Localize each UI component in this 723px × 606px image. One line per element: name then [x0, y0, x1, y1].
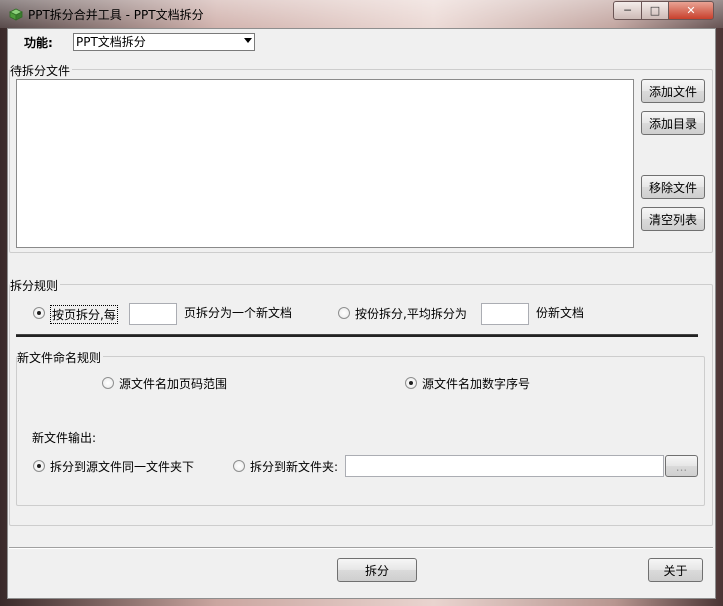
function-select[interactable]: PPT文档拆分 — [73, 33, 255, 51]
output-new-folder-label[interactable]: 拆分到新文件夹: — [250, 458, 338, 475]
browse-folder-button[interactable]: ... — [665, 455, 698, 477]
naming-seq-number-label[interactable]: 源文件名加数字序号 — [422, 375, 530, 392]
maximize-button[interactable]: □ — [641, 1, 669, 20]
output-folder-input[interactable] — [345, 455, 664, 477]
close-button[interactable]: ✕ — [668, 1, 714, 20]
title-bar: PPT拆分合并工具 - PPT文档拆分 ─ □ ✕ — [0, 0, 723, 28]
add-file-button[interactable]: 添加文件 — [641, 79, 705, 103]
function-label: 功能: — [24, 36, 53, 50]
close-icon: ✕ — [686, 4, 696, 17]
maximize-icon: □ — [649, 4, 661, 17]
output-title: 新文件输出: — [32, 431, 97, 445]
pages-per-doc-input[interactable] — [129, 303, 177, 325]
naming-page-range-radio[interactable] — [102, 377, 114, 389]
chevron-down-icon — [244, 38, 252, 43]
split-by-page-suffix: 页拆分为一个新文档 — [184, 306, 293, 320]
split-by-copies-suffix: 份新文档 — [536, 306, 585, 320]
clear-list-button[interactable]: 清空列表 — [641, 207, 705, 231]
split-by-copies-label[interactable]: 按份拆分,平均拆分为 — [355, 305, 467, 322]
output-new-folder-radio[interactable] — [233, 460, 245, 472]
about-button[interactable]: 关于 — [648, 558, 703, 582]
rule-separator — [16, 334, 698, 337]
split-by-page-radio[interactable] — [33, 307, 45, 319]
window-title: PPT拆分合并工具 - PPT文档拆分 — [28, 8, 204, 22]
minimize-icon: ─ — [624, 4, 631, 17]
output-same-folder-radio[interactable] — [33, 460, 45, 472]
split-rule-title: 拆分规则 — [10, 277, 61, 294]
client-area: 功能: PPT文档拆分 待拆分文件 添加文件 添加目录 移除文件 清空列表 拆分… — [7, 28, 716, 599]
naming-group-title: 新文件命名规则 — [17, 349, 104, 366]
output-same-folder-label[interactable]: 拆分到源文件同一文件夹下 — [50, 458, 194, 475]
naming-page-range-label[interactable]: 源文件名加页码范围 — [119, 375, 227, 392]
add-directory-button[interactable]: 添加目录 — [641, 111, 705, 135]
split-by-copies-radio[interactable] — [338, 307, 350, 319]
naming-seq-number-radio[interactable] — [405, 377, 417, 389]
footer-separator — [9, 547, 713, 549]
split-by-page-label[interactable]: 按页拆分,每 — [50, 305, 118, 324]
app-icon — [9, 8, 23, 21]
file-list[interactable] — [16, 79, 634, 248]
minimize-button[interactable]: ─ — [613, 1, 642, 20]
copies-count-input[interactable] — [481, 303, 529, 325]
function-select-value: PPT文档拆分 — [76, 35, 146, 49]
remove-file-button[interactable]: 移除文件 — [641, 175, 705, 199]
file-group-title: 待拆分文件 — [10, 62, 73, 79]
split-button[interactable]: 拆分 — [337, 558, 417, 582]
